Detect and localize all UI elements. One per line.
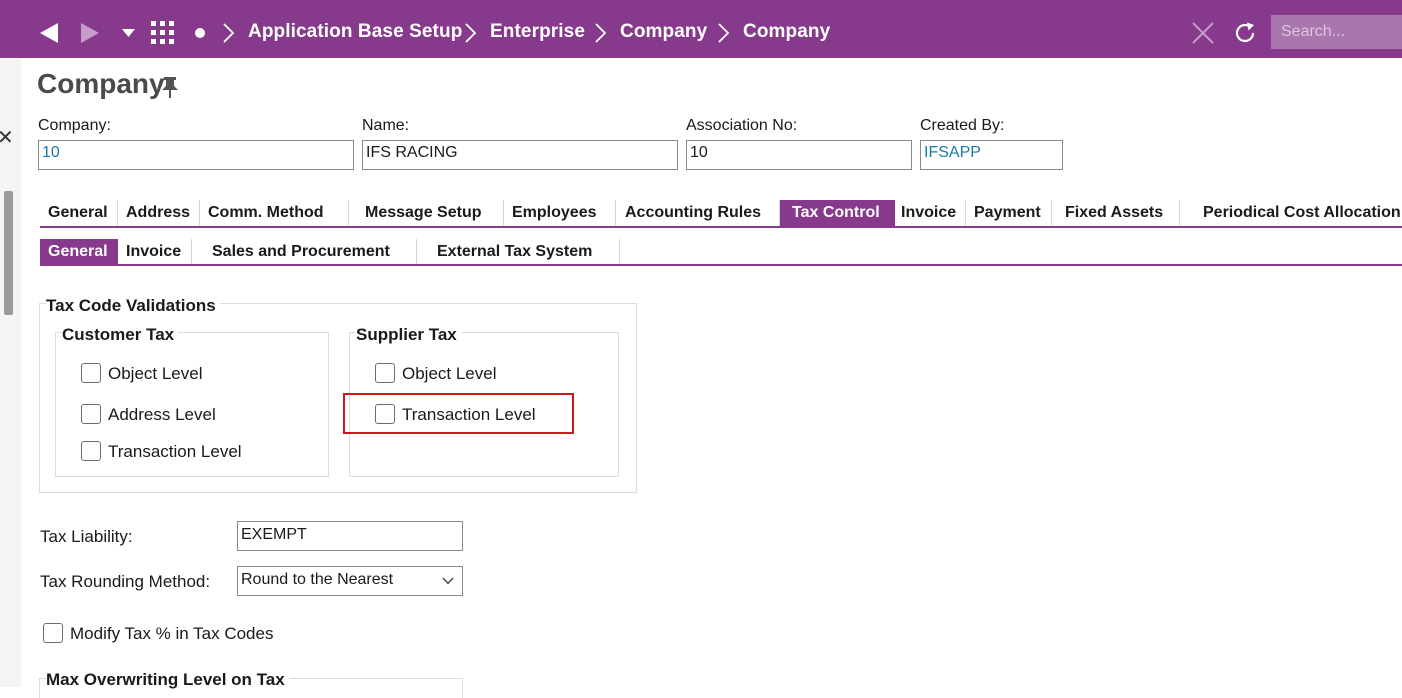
chevron-right-icon xyxy=(223,23,234,43)
tax-liability-label: Tax Liability: xyxy=(40,527,133,546)
name-field[interactable]: IFS RACING xyxy=(362,140,678,170)
name-label: Name: xyxy=(362,117,410,134)
customer-transaction-level-checkbox[interactable] xyxy=(81,441,101,461)
chevron-right-icon xyxy=(718,23,729,43)
left-side-panel: ✕ xyxy=(0,58,21,687)
customer-object-level-label: Object Level xyxy=(108,364,203,383)
refresh-icon[interactable] xyxy=(1233,21,1257,45)
dropdown-icon[interactable] xyxy=(122,29,135,37)
chevron-right-icon xyxy=(595,23,606,43)
chevron-down-icon[interactable] xyxy=(442,577,454,585)
search-input[interactable] xyxy=(1271,15,1402,49)
apps-grid-icon[interactable] xyxy=(151,21,175,45)
breadcrumb-item[interactable]: Company xyxy=(743,21,830,43)
scrollbar-thumb[interactable] xyxy=(4,191,13,315)
association-no-field[interactable]: 10 xyxy=(686,140,912,170)
breadcrumb-item[interactable]: Enterprise xyxy=(490,21,585,43)
close-icon[interactable] xyxy=(1192,22,1214,44)
tab-invoice[interactable]: Invoice xyxy=(895,200,966,226)
tab-accounting-rules[interactable]: Accounting Rules xyxy=(616,200,780,226)
company-value[interactable]: 10 xyxy=(42,144,60,161)
created-by-field[interactable]: IFSAPP xyxy=(920,140,1063,170)
association-no-label: Association No: xyxy=(686,117,798,134)
page-title: Company xyxy=(37,68,165,99)
subtab-general[interactable]: General xyxy=(40,239,118,265)
customer-address-level-label: Address Level xyxy=(108,405,216,424)
name-value: IFS RACING xyxy=(366,144,458,161)
tab-fixed-assets[interactable]: Fixed Assets xyxy=(1052,200,1180,226)
sub-tabs: General Invoice Sales and Procurement Ex… xyxy=(40,239,620,267)
highlight-box xyxy=(343,393,574,434)
tax-liability-field[interactable]: EXEMPT xyxy=(237,521,463,551)
tab-payment[interactable]: Payment xyxy=(966,200,1052,226)
tab-employees[interactable]: Employees xyxy=(504,200,616,226)
customer-transaction-level-label: Transaction Level xyxy=(108,442,242,461)
max-overwriting-title: Max Overwriting Level on Tax xyxy=(46,670,289,690)
tab-tax-control[interactable]: Tax Control xyxy=(780,200,895,226)
association-no-value: 10 xyxy=(690,144,708,161)
tax-rounding-method-label: Tax Rounding Method: xyxy=(40,572,211,591)
tax-code-validations-title: Tax Code Validations xyxy=(46,296,220,316)
chevron-right-icon xyxy=(465,23,476,43)
company-field[interactable]: 10 xyxy=(38,140,354,170)
close-panel-icon[interactable]: ✕ xyxy=(0,128,14,148)
main-tabs-underline xyxy=(40,226,1402,228)
forward-arrow-icon[interactable] xyxy=(81,23,99,43)
customer-object-level-checkbox[interactable] xyxy=(81,363,101,383)
subtab-invoice[interactable]: Invoice xyxy=(118,239,192,265)
supplier-object-level-label: Object Level xyxy=(402,364,497,383)
tab-comm-method[interactable]: Comm. Method xyxy=(200,200,349,226)
subtab-sales-and-procurement[interactable]: Sales and Procurement xyxy=(192,239,417,265)
modify-tax-checkbox[interactable] xyxy=(43,623,63,643)
breadcrumb-item[interactable]: Application Base Setup xyxy=(248,21,462,43)
main-tabs: General Address Comm. Method Message Set… xyxy=(40,200,1402,228)
supplier-tax-title: Supplier Tax xyxy=(356,325,461,345)
modify-tax-label: Modify Tax % in Tax Codes xyxy=(70,624,274,643)
created-by-label: Created By: xyxy=(920,117,1005,134)
created-by-value[interactable]: IFSAPP xyxy=(924,144,981,161)
subtab-external-tax-system[interactable]: External Tax System xyxy=(417,239,620,265)
customer-address-level-checkbox[interactable] xyxy=(81,404,101,424)
tab-periodical-cost-allocation[interactable]: Periodical Cost Allocation xyxy=(1180,200,1402,226)
customer-tax-title: Customer Tax xyxy=(62,325,179,345)
tax-rounding-method-select[interactable]: Round to the Nearest xyxy=(237,566,463,596)
dot-icon xyxy=(195,28,205,38)
back-arrow-icon[interactable] xyxy=(40,23,58,43)
top-bar: Application Base Setup Enterprise Compan… xyxy=(0,0,1402,58)
tab-message-setup[interactable]: Message Setup xyxy=(349,200,504,226)
tab-address[interactable]: Address xyxy=(118,200,200,226)
sub-tabs-underline xyxy=(40,264,1402,266)
company-label: Company: xyxy=(38,117,111,134)
tax-rounding-method-value: Round to the Nearest xyxy=(241,571,394,588)
tax-liability-value: EXEMPT xyxy=(241,526,307,543)
breadcrumb-item[interactable]: Company xyxy=(620,21,707,43)
supplier-object-level-checkbox[interactable] xyxy=(375,363,395,383)
tab-general[interactable]: General xyxy=(40,200,118,226)
pin-icon[interactable] xyxy=(159,76,181,98)
